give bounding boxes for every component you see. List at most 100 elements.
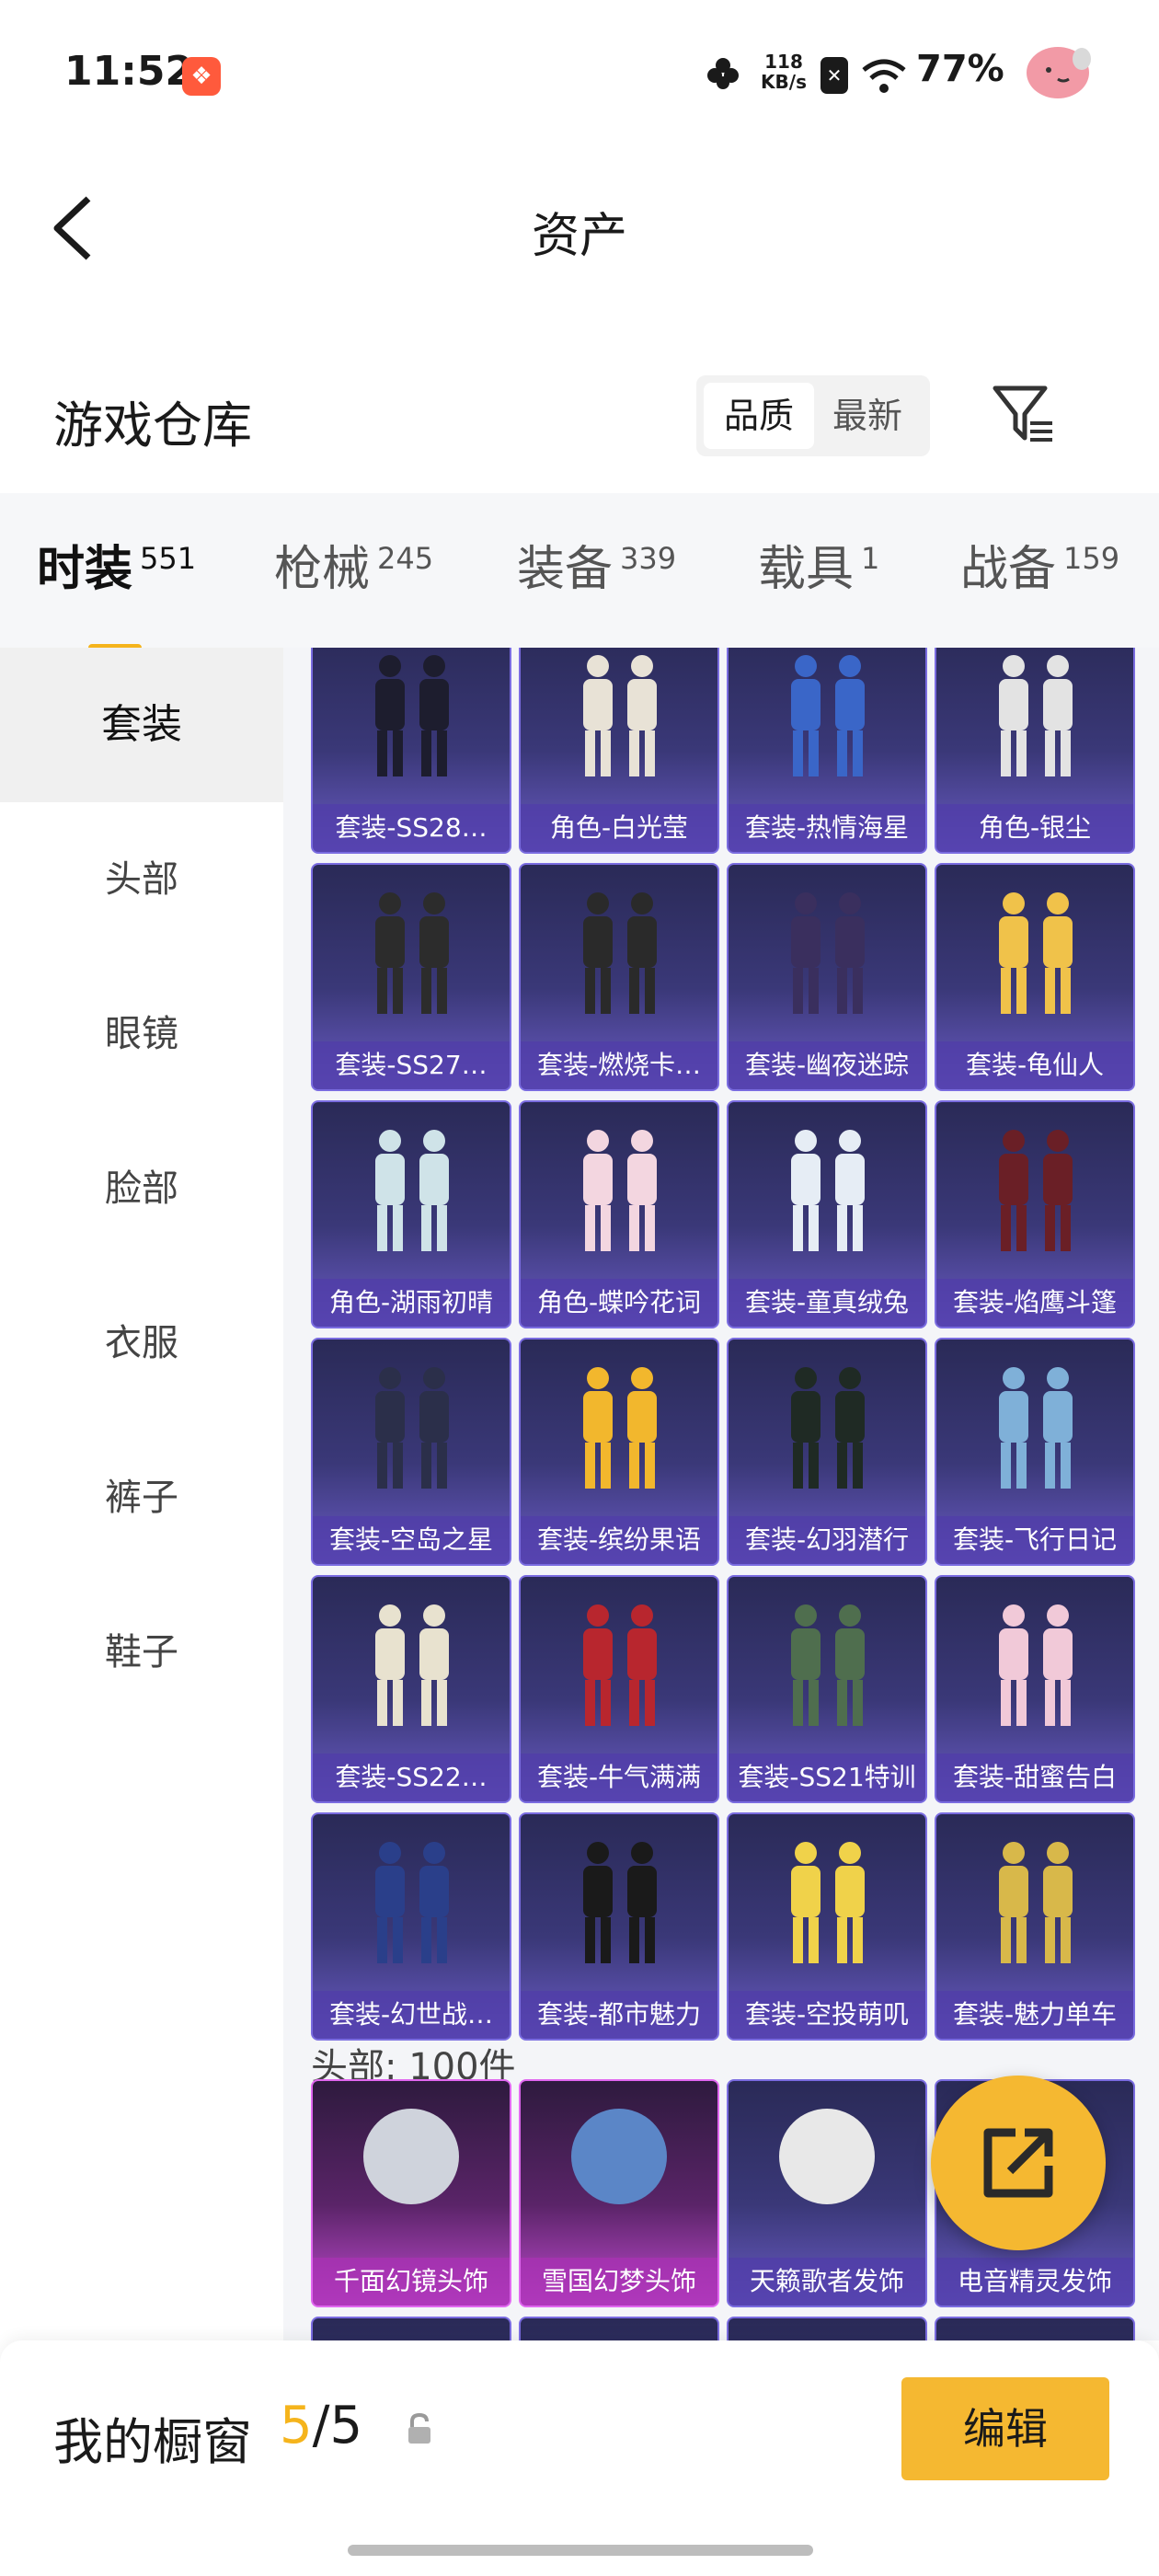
tab-supplies[interactable]: 战备 159 bbox=[960, 530, 1119, 622]
head-item-card[interactable] bbox=[519, 2317, 719, 2340]
outfit-card[interactable]: 角色-蝶吟花词 bbox=[519, 1100, 719, 1328]
outfit-card-label: 套装-童真绒兔 bbox=[729, 1279, 925, 1327]
outfit-card[interactable]: 套装-SS21特训 bbox=[727, 1575, 927, 1803]
sidebar-item-shoes[interactable]: 鞋子 bbox=[0, 1575, 283, 1730]
outfit-card[interactable]: 套装-牛气满满 bbox=[519, 1575, 719, 1803]
head-item-card[interactable] bbox=[935, 2317, 1135, 2340]
outfit-thumbnail-icon bbox=[791, 1367, 865, 1489]
head-item-label: 千面幻镜头饰 bbox=[313, 2258, 510, 2306]
sidebar-item-clothes[interactable]: 衣服 bbox=[0, 1266, 283, 1420]
net-speed: 118 KB/s bbox=[756, 52, 811, 92]
app-header: 资产 bbox=[0, 166, 1159, 285]
head-item-card[interactable] bbox=[727, 2317, 927, 2340]
sidebar-item-pants[interactable]: 裤子 bbox=[0, 1420, 283, 1575]
edit-button[interactable]: 编辑 bbox=[901, 2377, 1109, 2480]
outfit-card-label: 套装-SS21特训 bbox=[729, 1754, 925, 1801]
outfit-card-label: 套装-甜蜜告白 bbox=[936, 1754, 1133, 1801]
tab-vehicles[interactable]: 载具 1 bbox=[758, 530, 879, 622]
status-time: 11:52 bbox=[64, 48, 194, 95]
outfit-thumbnail-icon bbox=[791, 892, 865, 1014]
page-title: 资产 bbox=[531, 209, 627, 264]
outfit-card-label: 套装-牛气满满 bbox=[521, 1754, 717, 1801]
outfit-card[interactable]: 套装-空投萌叽 bbox=[727, 1812, 927, 2041]
showcase-bar: 我的橱窗 5/5 编辑 bbox=[0, 2340, 1159, 2576]
sidebar-item-glasses[interactable]: 眼镜 bbox=[0, 957, 283, 1111]
head-item-card[interactable]: 天籁歌者发饰 bbox=[727, 2079, 927, 2307]
outfit-card[interactable]: 套装-燃烧卡… bbox=[519, 863, 719, 1091]
head-item-card[interactable] bbox=[311, 2317, 511, 2340]
showcase-total: /5 bbox=[312, 2396, 363, 2455]
outfit-thumbnail-icon bbox=[999, 1367, 1073, 1489]
outfit-card[interactable]: 套装-空岛之星 bbox=[311, 1338, 511, 1566]
home-indicator bbox=[348, 2545, 813, 2556]
outfit-thumbnail-icon bbox=[375, 655, 449, 776]
tab-label: 枪械 bbox=[274, 542, 371, 597]
head-item-label: 天籁歌者发饰 bbox=[729, 2258, 925, 2306]
outfit-card[interactable]: 套装-SS28… bbox=[311, 648, 511, 854]
showcase-count: 5/5 bbox=[280, 2396, 362, 2455]
outfit-thumbnail-icon bbox=[583, 1130, 657, 1251]
outfit-card-label: 角色-蝶吟花词 bbox=[521, 1279, 717, 1327]
head-item-card[interactable]: 千面幻镜头饰 bbox=[311, 2079, 511, 2307]
status-bar: 11:52 ❖ 118 KB/s ✕ 77% bbox=[0, 0, 1159, 138]
tab-count: 1 bbox=[861, 540, 880, 576]
outfit-card-label: 套装-燃烧卡… bbox=[521, 1041, 717, 1089]
tab-label: 时装 bbox=[37, 542, 133, 597]
share-fab-button[interactable] bbox=[931, 2076, 1106, 2250]
tab-label: 装备 bbox=[517, 542, 614, 597]
outfit-card[interactable]: 套装-甜蜜告白 bbox=[935, 1575, 1135, 1803]
head-item-label: 电音精灵发饰 bbox=[936, 2258, 1133, 2306]
outfit-card[interactable]: 套装-SS22… bbox=[311, 1575, 511, 1803]
outfit-card-label: 套装-飞行日记 bbox=[936, 1516, 1133, 1564]
tab-fashion[interactable]: 时装 551 bbox=[37, 530, 197, 651]
head-item-card[interactable]: 雪国幻梦头饰 bbox=[519, 2079, 719, 2307]
outfit-card[interactable]: 套装-魅力单车 bbox=[935, 1812, 1135, 2041]
tab-guns[interactable]: 枪械 245 bbox=[274, 530, 433, 622]
outfit-card[interactable]: 套装-幻世战… bbox=[311, 1812, 511, 2041]
head-item-thumbnail-icon bbox=[779, 2109, 875, 2204]
outfit-card[interactable]: 套装-热情海星 bbox=[727, 648, 927, 854]
net-speed-value: 118 bbox=[764, 51, 803, 73]
share-icon bbox=[983, 2128, 1053, 2198]
outfit-card[interactable]: 套装-飞行日记 bbox=[935, 1338, 1135, 1566]
tab-equipment[interactable]: 装备 339 bbox=[517, 530, 676, 622]
outfit-thumbnail-icon bbox=[999, 1604, 1073, 1726]
subcategory-sidebar: 套装 头部 眼镜 脸部 衣服 裤子 鞋子 bbox=[0, 648, 283, 2340]
outfit-card-label: 套装-空岛之星 bbox=[313, 1516, 510, 1564]
outfit-card[interactable]: 套装-SS27… bbox=[311, 863, 511, 1091]
outfit-card[interactable]: 套装-都市魅力 bbox=[519, 1812, 719, 2041]
outfit-card-label: 套装-缤纷果语 bbox=[521, 1516, 717, 1564]
outfit-card[interactable]: 套装-缤纷果语 bbox=[519, 1338, 719, 1566]
outfit-thumbnail-icon bbox=[791, 655, 865, 776]
pig-avatar-icon bbox=[1027, 47, 1091, 98]
outfit-card-label: 套装-空投萌叽 bbox=[729, 1991, 925, 2039]
sort-quality-option[interactable]: 品质 bbox=[704, 383, 814, 449]
sidebar-item-outfit[interactable]: 套装 bbox=[0, 648, 283, 802]
outfit-thumbnail-icon bbox=[375, 1367, 449, 1489]
outfit-card[interactable]: 角色-湖雨初晴 bbox=[311, 1100, 511, 1328]
outfit-card[interactable]: 套装-幻羽潜行 bbox=[727, 1338, 927, 1566]
outfit-card-label: 套装-幻羽潜行 bbox=[729, 1516, 925, 1564]
head-item-thumbnail-icon bbox=[571, 2109, 667, 2204]
outfit-card-label: 套装-都市魅力 bbox=[521, 1991, 717, 2039]
filter-button[interactable] bbox=[990, 381, 1058, 449]
outfit-thumbnail-icon bbox=[999, 892, 1073, 1014]
outfit-card[interactable]: 套装-幽夜迷踪 bbox=[727, 863, 927, 1091]
outfit-thumbnail-icon bbox=[375, 1604, 449, 1726]
outfit-card[interactable]: 套装-龟仙人 bbox=[935, 863, 1135, 1091]
outfit-thumbnail-icon bbox=[375, 1842, 449, 1963]
net-speed-unit: KB/s bbox=[761, 71, 807, 93]
outfit-card[interactable]: 角色-银尘 bbox=[935, 648, 1135, 854]
sort-toggle: 品质 最新 bbox=[696, 375, 930, 456]
tab-count: 551 bbox=[140, 540, 197, 576]
sort-latest-option[interactable]: 最新 bbox=[812, 383, 923, 449]
outfit-thumbnail-icon bbox=[375, 1130, 449, 1251]
outfit-card[interactable]: 套装-童真绒兔 bbox=[727, 1100, 927, 1328]
outfit-card[interactable]: 套装-焰鹰斗篷 bbox=[935, 1100, 1135, 1328]
sidebar-item-head[interactable]: 头部 bbox=[0, 802, 283, 957]
outfit-card-label: 套装-幽夜迷踪 bbox=[729, 1041, 925, 1089]
outfit-card[interactable]: 角色-白光莹 bbox=[519, 648, 719, 854]
sidebar-item-face[interactable]: 脸部 bbox=[0, 1111, 283, 1266]
app-badge-icon: ❖ bbox=[182, 57, 221, 96]
outfit-thumbnail-icon bbox=[791, 1130, 865, 1251]
